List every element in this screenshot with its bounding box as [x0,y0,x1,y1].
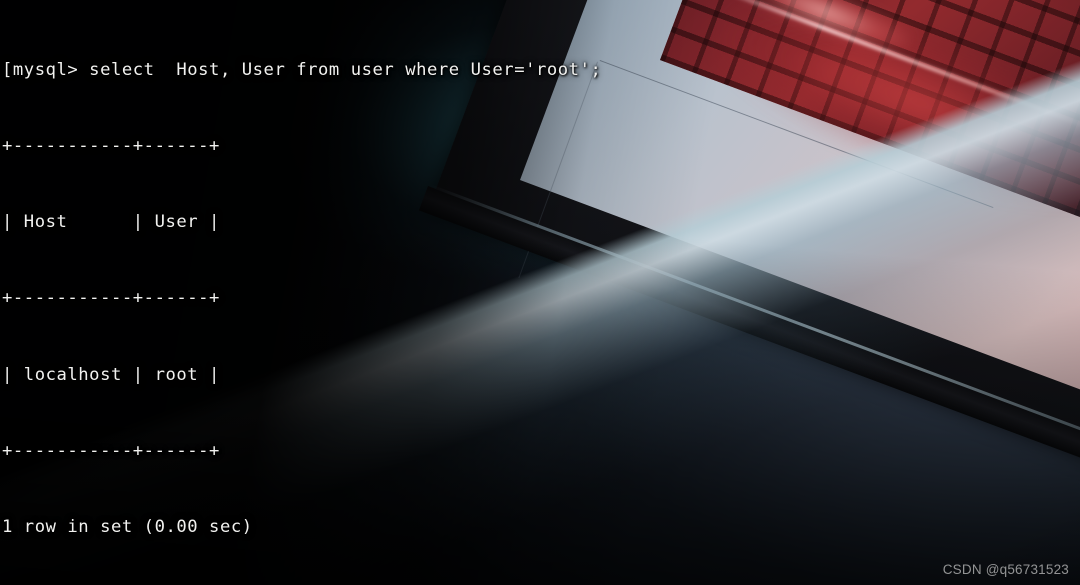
terminal-line: +-----------+------+ [2,440,220,461]
csdn-watermark: CSDN @q56731523 [942,562,1069,577]
terminal-line: 1 row in set (0.00 sec) [2,517,253,538]
terminal-line: +-----------+------+ [2,136,220,157]
terminal-line: +-----------+------+ [2,288,220,309]
terminal-screenshot: [mysql> select Host, User from user wher… [0,0,1080,585]
terminal-line: [mysql> select Host, User from user wher… [2,59,602,80]
terminal-line: | localhost | root | [2,364,220,385]
terminal-line: | Host | User | [2,212,220,233]
terminal-output[interactable]: [mysql> select Host, User from user wher… [0,0,1080,585]
